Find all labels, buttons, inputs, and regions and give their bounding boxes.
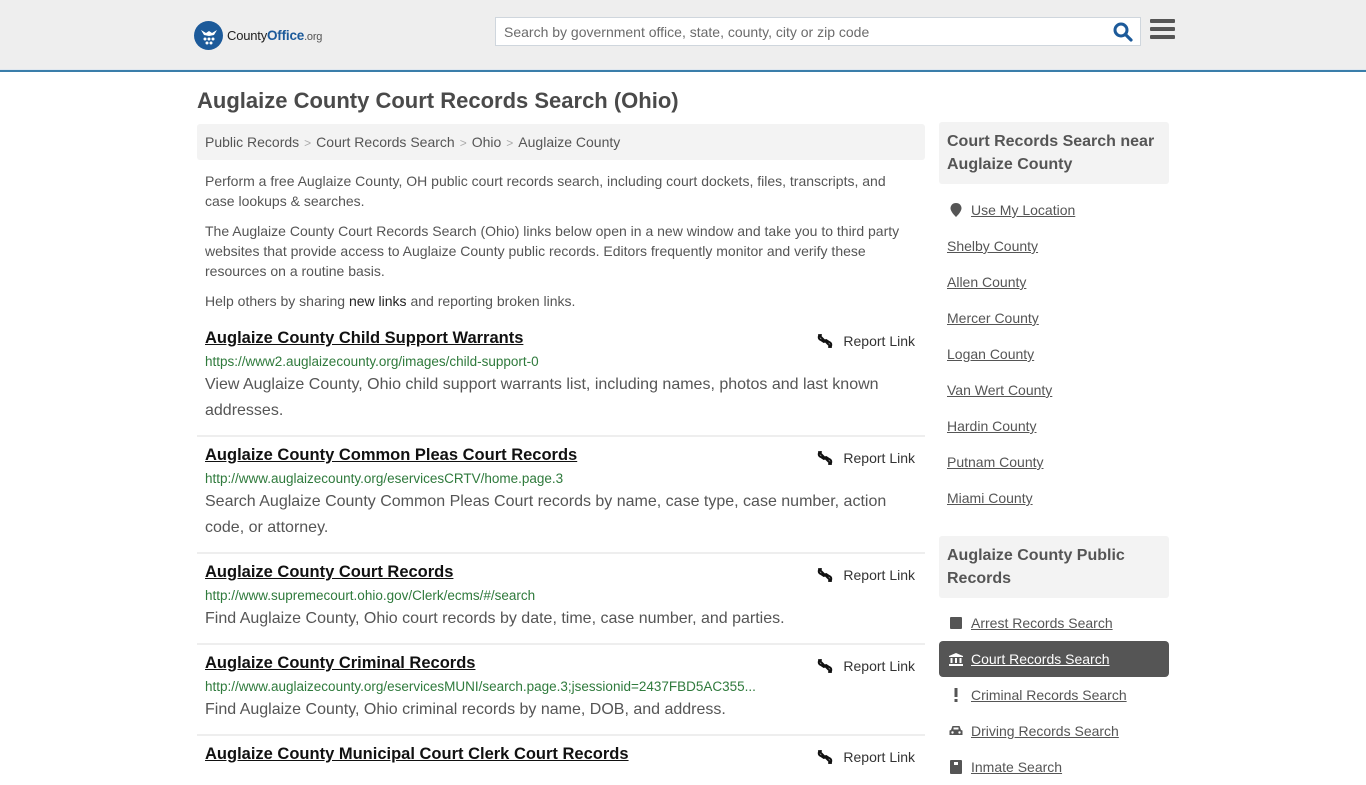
- result-item: Auglaize County Court Records http://www…: [197, 563, 925, 645]
- sidebar-item-court-records[interactable]: Court Records Search: [971, 651, 1110, 667]
- logo-text: CountyOffice.org: [227, 28, 322, 43]
- result-item: Auglaize County Child Support Warrants h…: [197, 329, 925, 437]
- square-icon: [949, 616, 963, 630]
- search-icon: [1113, 22, 1133, 42]
- nearby-county-link[interactable]: Miami County: [947, 490, 1033, 506]
- nearby-county-link[interactable]: Allen County: [947, 274, 1026, 290]
- menu-bar: [1150, 19, 1175, 23]
- nearby-county-link[interactable]: Putnam County: [947, 454, 1044, 470]
- menu-bar: [1150, 35, 1175, 39]
- result-title-link[interactable]: Auglaize County Municipal Court Clerk Co…: [205, 745, 629, 764]
- logo-tld: .org: [304, 31, 323, 43]
- search-input[interactable]: [496, 18, 1096, 45]
- breadcrumb-separator: >: [459, 136, 467, 150]
- search-box: [495, 17, 1141, 46]
- result-item: Auglaize County Common Pleas Court Recor…: [197, 446, 925, 554]
- breadcrumb-separator: >: [506, 136, 514, 150]
- result-title-link[interactable]: Auglaize County Court Records: [205, 563, 453, 582]
- intro-p3-text: Help others by sharing: [205, 293, 349, 309]
- logo-name-bold: Office: [267, 28, 305, 43]
- result-description: View Auglaize County, Ohio child support…: [205, 376, 879, 419]
- result-url: https://www2.auglaizecounty.org/images/c…: [205, 354, 539, 369]
- result-title-link[interactable]: Auglaize County Criminal Records: [205, 654, 475, 673]
- breadcrumb: Public Records > Court Records Search > Ohio…: [197, 124, 925, 160]
- inmate-icon: [949, 760, 963, 774]
- report-link-button[interactable]: Report Link: [817, 450, 915, 466]
- breadcrumb-separator: >: [304, 136, 312, 150]
- result-item: Auglaize County Municipal Court Clerk Co…: [197, 745, 925, 785]
- report-link-label: Report Link: [843, 567, 915, 583]
- site-header: CountyOffice.org: [0, 0, 1366, 72]
- intro-paragraph-3: Help others by sharing new links and rep…: [205, 291, 915, 311]
- report-link-label: Report Link: [843, 658, 915, 674]
- intro-text: Perform a free Auglaize County, OH publi…: [205, 171, 915, 321]
- exclamation-icon: [949, 688, 963, 702]
- broken-link-icon: [818, 334, 833, 348]
- broken-link-icon: [818, 451, 833, 465]
- nearby-county-link[interactable]: Van Wert County: [947, 382, 1052, 398]
- report-link-label: Report Link: [843, 450, 915, 466]
- result-url: http://www.supremecourt.ohio.gov/Clerk/e…: [205, 588, 536, 603]
- courthouse-icon: [949, 652, 963, 666]
- result-item: Auglaize County Criminal Records http://…: [197, 654, 925, 736]
- broken-link-icon: [818, 659, 833, 673]
- breadcrumb-public-records[interactable]: Public Records: [205, 134, 299, 150]
- nearby-county-link[interactable]: Logan County: [947, 346, 1034, 362]
- search-button[interactable]: [1112, 21, 1134, 43]
- sidebar-item-criminal-records[interactable]: Criminal Records Search: [971, 687, 1127, 703]
- new-links-link[interactable]: new links: [349, 293, 407, 309]
- hamburger-menu-icon[interactable]: [1150, 19, 1175, 43]
- broken-link-icon: [818, 750, 833, 764]
- report-link-button[interactable]: Report Link: [817, 749, 915, 765]
- report-link-button[interactable]: Report Link: [817, 567, 915, 583]
- use-my-location-link[interactable]: Use My Location: [971, 202, 1075, 218]
- report-link-button[interactable]: Report Link: [817, 658, 915, 674]
- broken-link-icon: [818, 568, 833, 582]
- eagle-stars-icon: [194, 21, 223, 50]
- result-description: Search Auglaize County Common Pleas Cour…: [205, 493, 887, 536]
- map-marker-icon: [949, 203, 963, 217]
- breadcrumb-court-records-search[interactable]: Court Records Search: [316, 134, 455, 150]
- nearby-heading: Court Records Search near Auglaize Count…: [939, 122, 1169, 184]
- nearby-county-link[interactable]: Shelby County: [947, 238, 1038, 254]
- result-description: Find Auglaize County, Ohio criminal reco…: [205, 701, 726, 718]
- result-url: http://www.auglaizecounty.org/eservicesM…: [205, 679, 756, 694]
- sidebar-item-inmate-search[interactable]: Inmate Search: [971, 759, 1062, 775]
- report-link-label: Report Link: [843, 749, 915, 765]
- report-link-button[interactable]: Report Link: [817, 333, 915, 349]
- nearby-county-link[interactable]: Hardin County: [947, 418, 1037, 434]
- breadcrumb-auglaize-county[interactable]: Auglaize County: [518, 134, 620, 150]
- breadcrumb-ohio[interactable]: Ohio: [472, 134, 502, 150]
- site-logo[interactable]: CountyOffice.org: [194, 21, 322, 50]
- sidebar-item-driving-records[interactable]: Driving Records Search: [971, 723, 1119, 739]
- intro-paragraph-1: Perform a free Auglaize County, OH publi…: [205, 173, 886, 209]
- intro-p3-text: and reporting broken links.: [406, 293, 576, 309]
- logo-name: County: [227, 28, 267, 43]
- nearby-county-link[interactable]: Mercer County: [947, 310, 1039, 326]
- result-title-link[interactable]: Auglaize County Child Support Warrants: [205, 329, 523, 348]
- menu-bar: [1150, 27, 1175, 31]
- intro-paragraph-2: The Auglaize County Court Records Search…: [205, 223, 900, 279]
- result-description: Find Auglaize County, Ohio court records…: [205, 610, 785, 627]
- result-title-link[interactable]: Auglaize County Common Pleas Court Recor…: [205, 446, 577, 465]
- page-title: Auglaize County Court Records Search (Oh…: [197, 88, 679, 113]
- result-url: http://www.auglaizecounty.org/eservicesC…: [205, 471, 564, 486]
- report-link-label: Report Link: [843, 333, 915, 349]
- public-records-heading: Auglaize County Public Records: [939, 536, 1169, 598]
- sidebar-item-arrest-records[interactable]: Arrest Records Search: [971, 615, 1113, 631]
- car-icon: [949, 724, 963, 738]
